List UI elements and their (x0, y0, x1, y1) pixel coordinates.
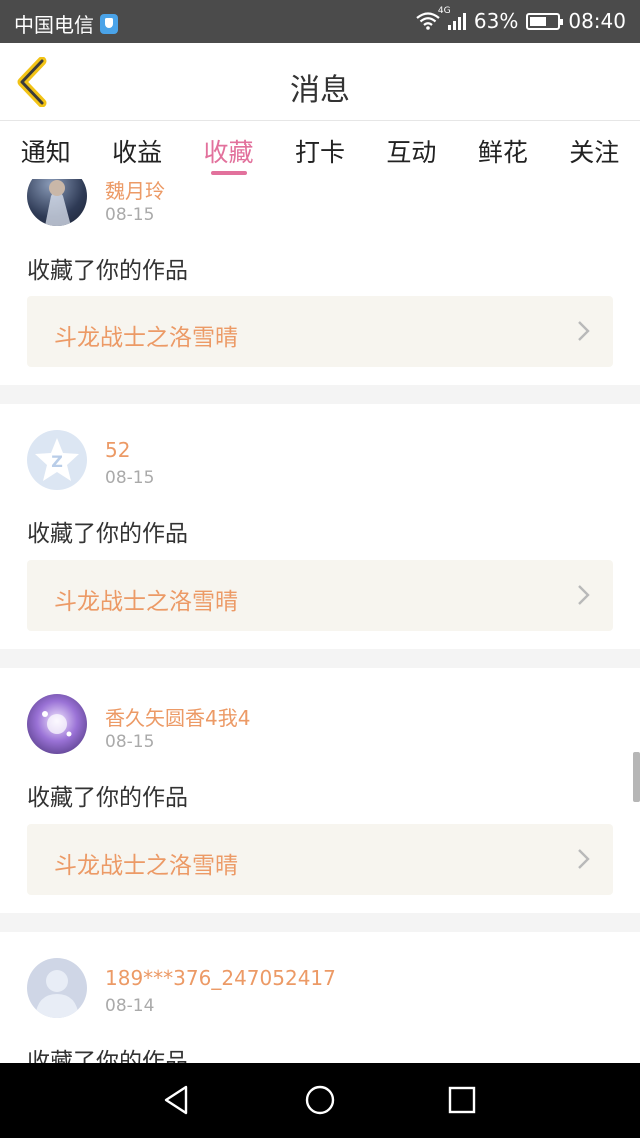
timestamp: 08-15 (105, 732, 155, 752)
status-bar: 中国电信 4G 63% 08:40 (0, 0, 640, 43)
header: 消息 (0, 43, 640, 121)
battery-percent: 63% (473, 9, 519, 33)
status-icons: 4G 63% 08:40 (416, 6, 626, 33)
username[interactable]: 魏月玲 (105, 179, 165, 204)
avatar[interactable] (27, 958, 87, 1018)
tab-following[interactable]: 关注 (549, 121, 640, 179)
avatar[interactable]: Z (27, 430, 87, 490)
carrier-name: 中国电信 (14, 13, 94, 37)
username[interactable]: 香久矢圆香4我4 (105, 702, 250, 731)
avatar[interactable] (27, 179, 87, 226)
clock: 08:40 (568, 9, 626, 33)
chevron-right-icon (578, 585, 590, 605)
shield-icon (100, 13, 118, 34)
work-title: 斗龙战士之洛雪晴 (54, 853, 238, 879)
chevron-right-icon (578, 321, 590, 341)
battery-fill (530, 16, 547, 26)
avatar[interactable] (27, 694, 87, 754)
work-link[interactable]: 斗龙战士之洛雪晴 (27, 560, 613, 631)
tab-earnings[interactable]: 收益 (91, 121, 182, 179)
list-item: 魏月玲 08-15 收藏了你的作品 斗龙战士之洛雪晴 (0, 179, 640, 385)
timestamp: 08-15 (105, 205, 155, 225)
nav-home-icon[interactable] (303, 1083, 337, 1117)
activity-text: 收藏了你的作品 (27, 258, 188, 284)
username[interactable]: 189***376_247052417 (105, 966, 336, 990)
nav-recents-icon[interactable] (445, 1083, 479, 1117)
activity-text: 收藏了你的作品 (27, 521, 188, 547)
tab-notifications[interactable]: 通知 (0, 121, 91, 179)
favorites-list: 魏月玲 08-15 收藏了你的作品 斗龙战士之洛雪晴 Z 52 08-15 收藏… (0, 179, 640, 1063)
work-title: 斗龙战士之洛雪晴 (54, 589, 238, 615)
default-avatar-icon (35, 970, 79, 1018)
activity-text: 收藏了你的作品 (27, 785, 188, 811)
work-title: 斗龙战士之洛雪晴 (54, 325, 238, 351)
system-nav-bar (0, 1063, 640, 1138)
activity-text: 收藏了你的作品 (27, 1049, 188, 1063)
tab-flowers[interactable]: 鲜花 (457, 121, 548, 179)
chevron-right-icon (578, 849, 590, 869)
page-title: 消息 (290, 73, 350, 108)
tab-bar: 通知 收益 收藏 打卡 互动 鲜花 关注 (0, 121, 640, 179)
list-item: Z 52 08-15 收藏了你的作品 斗龙战士之洛雪晴 (0, 404, 640, 649)
battery-icon (526, 12, 564, 30)
tab-interactions[interactable]: 互动 (366, 121, 457, 179)
svg-text:Z: Z (51, 452, 63, 471)
work-link[interactable]: 斗龙战士之洛雪晴 (27, 824, 613, 895)
carrier: 中国电信 (14, 9, 118, 38)
list-item: 189***376_247052417 08-14 收藏了你的作品 (0, 932, 640, 1063)
nav-back-icon[interactable] (160, 1083, 194, 1117)
network-type: 4G (437, 6, 451, 16)
tab-checkin[interactable]: 打卡 (274, 121, 365, 179)
list-item: 香久矢圆香4我4 08-15 收藏了你的作品 斗龙战士之洛雪晴 (0, 668, 640, 913)
wifi-icon (416, 12, 440, 30)
username[interactable]: 52 (105, 438, 130, 462)
signal-icon: 4G (438, 6, 466, 30)
timestamp: 08-14 (105, 996, 155, 1016)
star-icon: Z (35, 438, 79, 481)
timestamp: 08-15 (105, 468, 155, 488)
scrollbar[interactable] (633, 752, 640, 802)
tab-favorites[interactable]: 收藏 (183, 121, 274, 179)
work-link[interactable]: 斗龙战士之洛雪晴 (27, 296, 613, 367)
